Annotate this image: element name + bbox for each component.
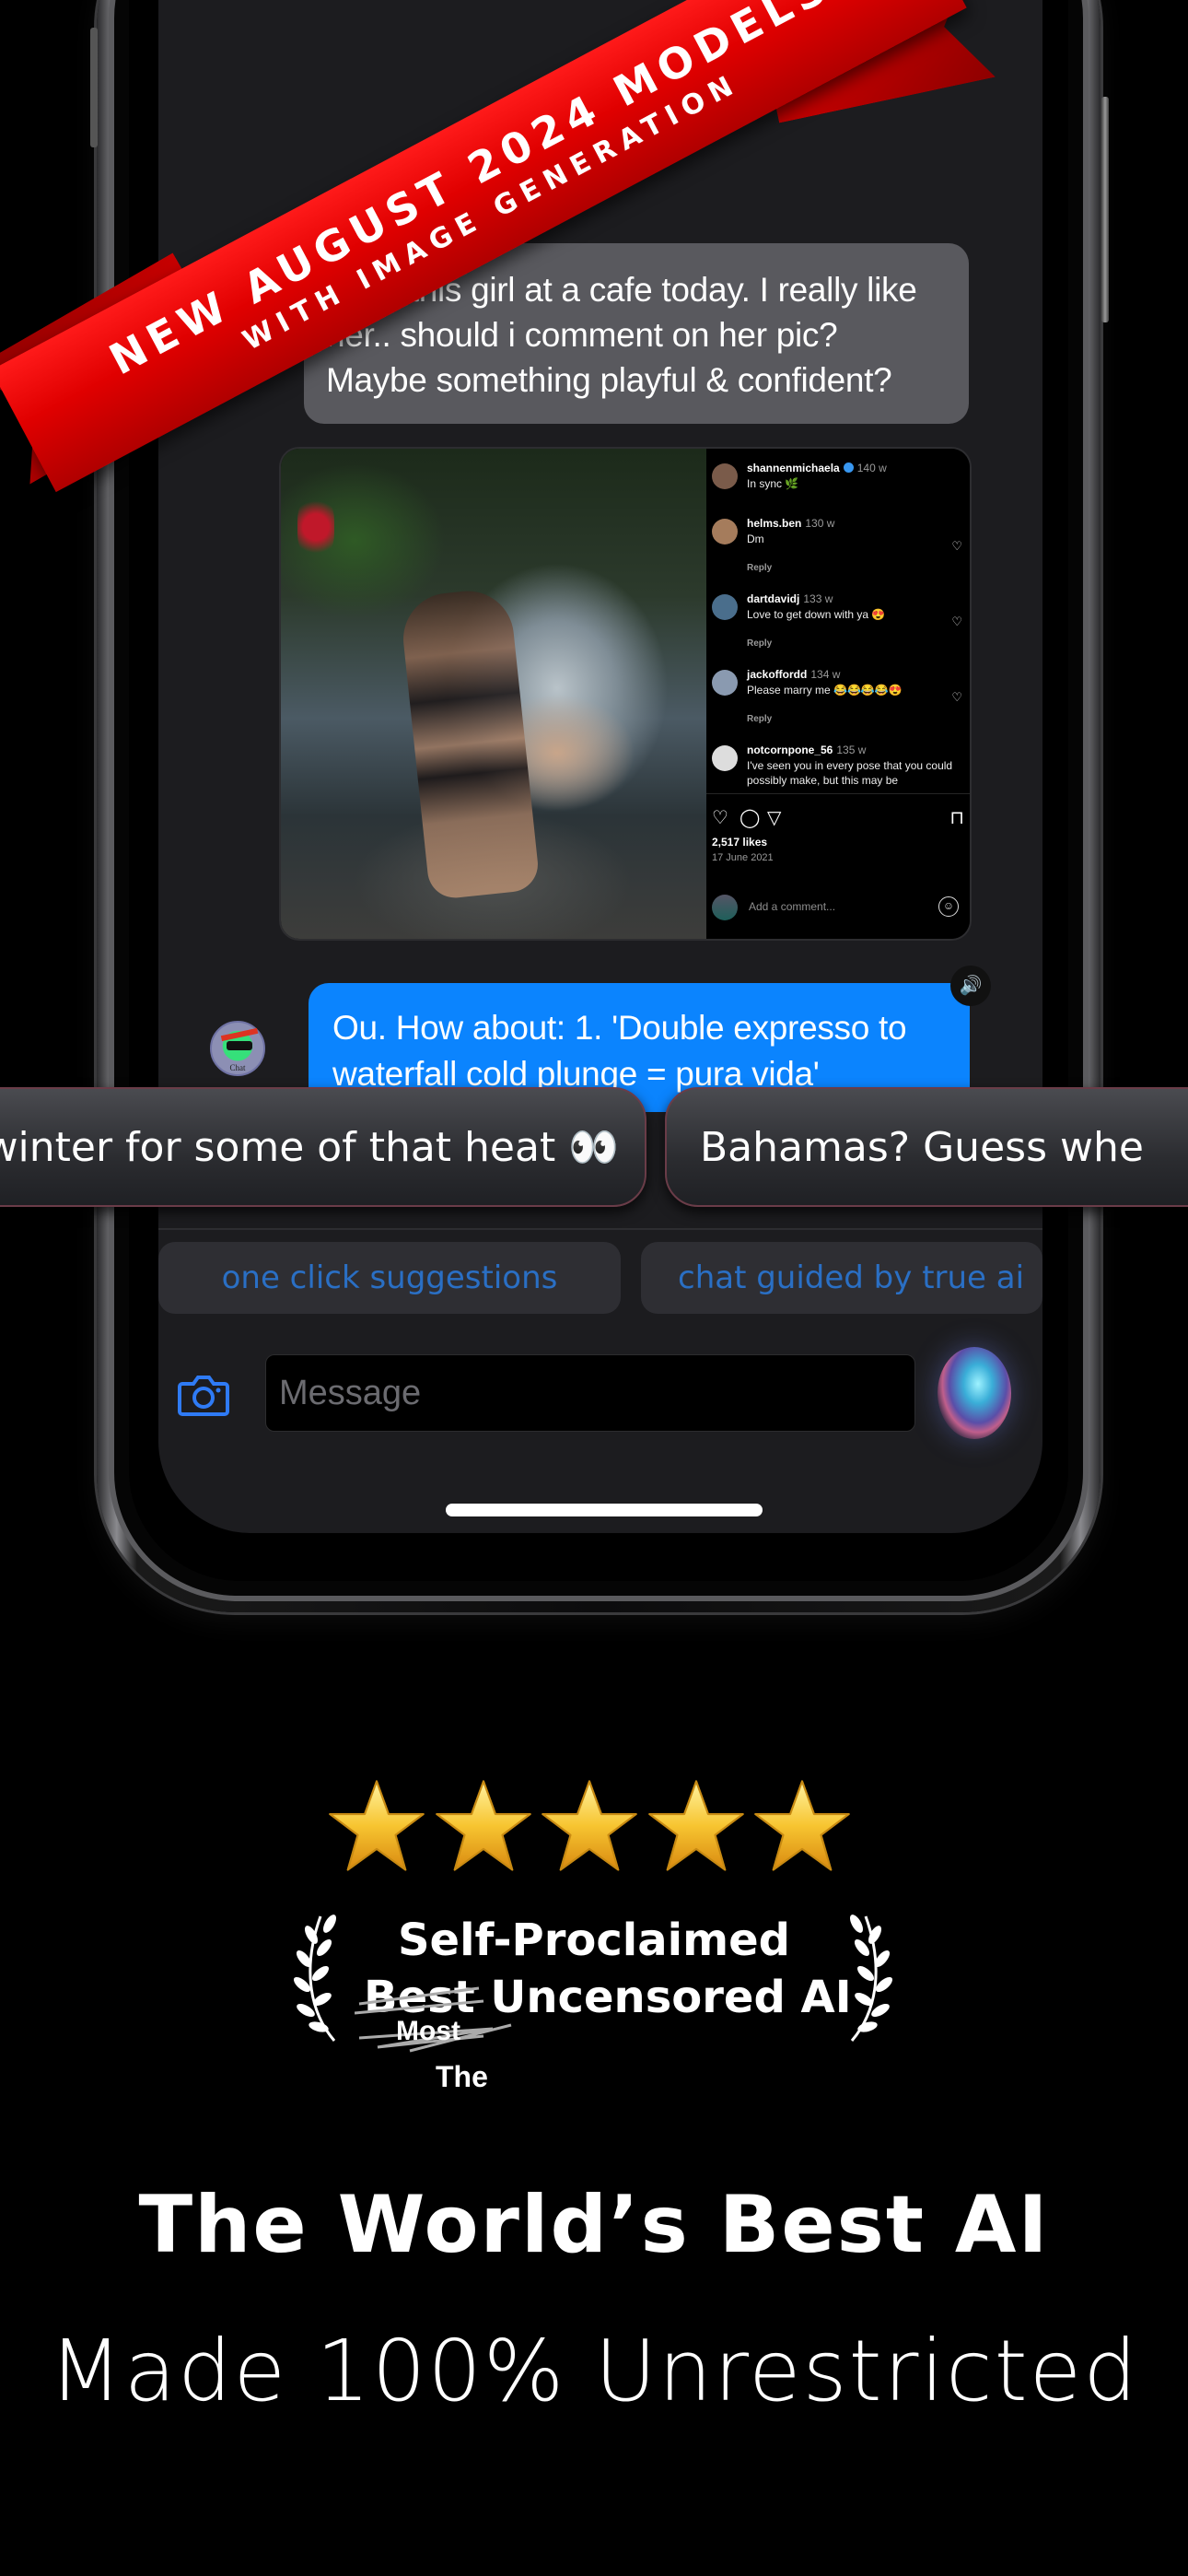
star-rating: [327, 1776, 852, 1878]
comment-text: In sync 🌿: [747, 477, 799, 490]
share-send-icon[interactable]: ▽: [767, 806, 781, 829]
comment-time: 134 w: [810, 668, 841, 681]
message-input[interactable]: [265, 1354, 915, 1432]
comments-panel: shannenmichaela 140 w In sync 🌿 helms.ben…: [706, 449, 970, 939]
star-icon: [754, 1780, 850, 1871]
message-composer: [158, 1327, 1042, 1456]
heart-icon[interactable]: ♡: [951, 615, 962, 629]
avatar-headband: [220, 1027, 259, 1042]
award-line-1: Self-Proclaimed: [397, 1914, 791, 1966]
post-actions: ♡ ◯ ▽ ⊓: [712, 806, 964, 830]
suggestion-pill[interactable]: Bahamas? Guess whe: [665, 1087, 1188, 1207]
photo-detail-person: [399, 586, 541, 901]
add-comment-row[interactable]: Add a comment... ☺: [712, 893, 964, 922]
suggestion-pill[interactable]: winter for some of that heat 👀: [0, 1087, 646, 1207]
phone-side-button-right: [1101, 97, 1109, 322]
comment-time: 140 w: [856, 462, 887, 474]
commenter-avatar: [712, 594, 738, 620]
subheadline: Made 100% Unrestricted: [49, 2322, 1139, 2420]
commenter-avatar: [712, 745, 738, 771]
award-line-2-rest: Uncensored AI: [490, 1972, 852, 2023]
comment-time: 135 w: [836, 744, 867, 756]
own-avatar: [712, 895, 738, 920]
chip-one-click-suggestions[interactable]: one click suggestions: [158, 1242, 621, 1314]
likes-count: 2,517 likes: [712, 836, 768, 849]
headline: The World’s Best AI: [138, 2179, 1050, 2271]
comment: jackoffordd 134 w Please marry me 😂😂😂😂😍 R…: [712, 668, 970, 732]
chip-label: chat guided by true ai: [678, 1259, 1025, 1296]
add-comment-placeholder[interactable]: Add a comment...: [749, 900, 835, 913]
comment-text: Dm: [747, 533, 764, 545]
chip-chat-guided[interactable]: chat guided by true ai: [641, 1242, 1042, 1314]
comment-username: notcornpone_56: [747, 744, 833, 756]
reply-link[interactable]: Reply: [747, 638, 772, 649]
star-icon: [435, 1780, 531, 1871]
heart-icon[interactable]: ♡: [951, 539, 962, 554]
photo-detail-berries: [297, 495, 334, 559]
chip-label: one click suggestions: [221, 1259, 558, 1296]
suggestion-text: winter for some of that heat 👀: [0, 1124, 619, 1171]
divider: [706, 793, 970, 794]
emoji-icon[interactable]: ☺: [938, 896, 959, 917]
heart-icon[interactable]: ♡: [951, 690, 962, 705]
comment-username: helms.ben: [747, 517, 802, 530]
divider: [158, 1228, 1042, 1230]
camera-icon[interactable]: [177, 1373, 230, 1417]
speaker-icon[interactable]: 🔊: [950, 966, 991, 1006]
comment: dartdavidj 133 w Love to get down with ya…: [712, 592, 970, 657]
avatar-sunglasses: [227, 1041, 252, 1050]
suggestion-text: Bahamas? Guess whe: [700, 1123, 1144, 1171]
bookmark-icon[interactable]: ⊓: [949, 806, 964, 829]
post-date: 17 June 2021: [712, 852, 774, 863]
award-correction-most: Most: [396, 2016, 460, 2046]
bot-avatar: Chat: [210, 1021, 265, 1076]
bot-avatar-label: Chat: [229, 1063, 246, 1072]
reply-link[interactable]: Reply: [747, 563, 772, 573]
commenter-avatar: [712, 519, 738, 544]
reply-link[interactable]: Reply: [747, 714, 772, 724]
comment-time: 130 w: [805, 517, 835, 530]
comment-text: Love to get down with ya 😍: [747, 608, 886, 621]
star-icon: [647, 1780, 744, 1871]
comment: notcornpone_56 135 w I've seen you in eve…: [712, 744, 970, 808]
verified-badge-icon: [843, 463, 854, 473]
star-icon: [542, 1780, 637, 1871]
star-icon: [329, 1780, 425, 1871]
comment-text: I've seen you in every pose that you cou…: [747, 759, 953, 787]
home-indicator[interactable]: [446, 1504, 763, 1516]
phone-side-button-left: [90, 28, 98, 147]
image-attachment[interactable]: shannenmichaela 140 w In sync 🌿 helms.ben…: [281, 449, 970, 939]
award-correction-the: The: [436, 2060, 488, 2093]
siri-orb-icon[interactable]: [938, 1347, 1011, 1439]
commenter-avatar: [712, 463, 738, 489]
commenter-avatar: [712, 670, 738, 696]
comment-username: dartdavidj: [747, 592, 800, 605]
like-heart-icon[interactable]: ♡: [712, 806, 728, 829]
comment-time: 133 w: [803, 592, 833, 605]
comment: helms.ben 130 w Dm Reply ♡: [712, 517, 970, 581]
comment-text: Please marry me 😂😂😂😂😍: [747, 684, 903, 697]
post-photo: [281, 449, 706, 939]
comment-username: shannenmichaela: [747, 462, 840, 474]
comment-bubble-icon[interactable]: ◯: [740, 806, 760, 829]
comment-username: jackoffordd: [747, 668, 808, 681]
